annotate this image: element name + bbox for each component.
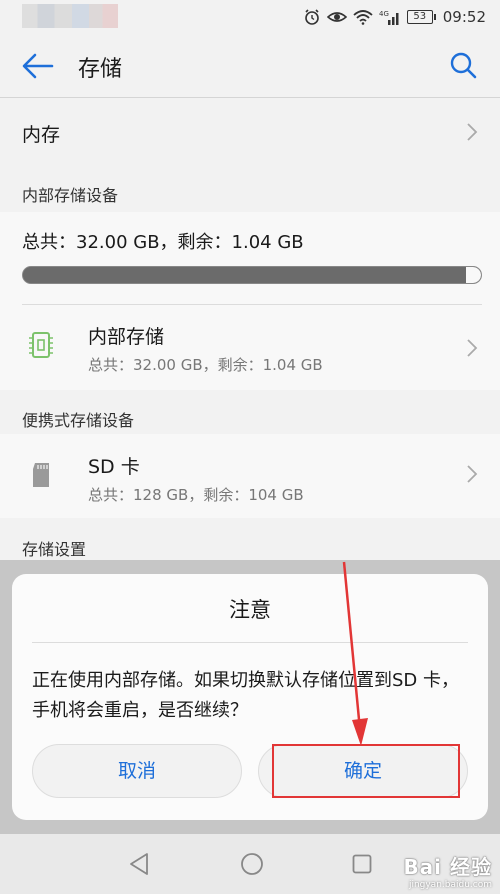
sd-card-subtitle: 总共：128 GB，剩余：104 GB xyxy=(88,486,304,504)
dialog-message: 正在使用内部存储。如果切换默认存储位置到SD 卡，手机将会重启，是否继续？ xyxy=(32,670,460,721)
internal-storage-subtitle: 总共：32.00 GB，剩余：1.04 GB xyxy=(88,356,323,374)
watermark-url: jingyan.baidu.com xyxy=(408,880,492,890)
internal-storage-summary: 总共：32.00 GB，剩余：1.04 GB xyxy=(22,232,304,253)
status-indicators: 4G 53 09:52 xyxy=(303,6,486,28)
memory-row[interactable]: 内存 xyxy=(0,100,500,164)
dialog-divider xyxy=(32,642,468,643)
chevron-right-icon xyxy=(467,123,478,141)
chevron-right-icon xyxy=(467,339,478,357)
internal-storage-section-header: 内部存储设备 xyxy=(22,186,119,205)
sd-card-title: SD 卡 xyxy=(88,456,140,478)
memory-label: 内存 xyxy=(22,124,61,146)
battery-indicator: 53 xyxy=(406,10,436,24)
storage-settings-section-header: 存储设置 xyxy=(22,540,87,559)
cancel-button[interactable]: 取消 xyxy=(32,744,242,798)
search-icon[interactable] xyxy=(448,50,478,80)
sd-card-icon xyxy=(33,463,49,487)
alarm-icon xyxy=(304,9,319,25)
portable-storage-section-header: 便携式存储设备 xyxy=(22,411,135,430)
baidu-jingyan-watermark: Bai 经验 jingyan.baidu.com xyxy=(403,851,492,890)
back-arrow-icon[interactable] xyxy=(20,52,56,80)
storage-usage-bar xyxy=(22,266,482,284)
wifi-icon xyxy=(353,10,373,25)
internal-storage-item[interactable]: 内部存储 总共：32.00 GB，剩余：1.04 GB xyxy=(0,306,500,390)
notification-icons-blurred xyxy=(22,4,118,28)
dialog-title: 注意 xyxy=(229,598,271,622)
internal-storage-title: 内部存储 xyxy=(88,326,165,348)
annotation-arrow-icon xyxy=(342,561,368,746)
cell-signal-icon: 4G xyxy=(379,10,399,25)
status-bar: 4G 53 09:52 xyxy=(0,0,500,34)
nav-recents-icon[interactable] xyxy=(352,854,372,874)
eye-comfort-icon xyxy=(326,12,347,22)
page-title: 存储 xyxy=(78,57,123,82)
sd-card-item[interactable]: SD 卡 总共：128 GB，剩余：104 GB xyxy=(0,434,500,518)
chip-icon xyxy=(29,332,53,358)
divider xyxy=(22,304,482,305)
nav-home-icon[interactable] xyxy=(240,852,264,876)
network-type-label: 4G xyxy=(379,10,389,18)
annotation-highlight-box xyxy=(272,744,460,798)
storage-usage-fill xyxy=(23,267,467,283)
nav-back-icon[interactable] xyxy=(128,852,150,876)
status-time: 09:52 xyxy=(442,8,486,26)
watermark-brand: Bai 经验 xyxy=(403,855,492,879)
app-bar: 存储 xyxy=(0,34,500,98)
storage-free-segment xyxy=(466,267,481,283)
chevron-right-icon xyxy=(467,465,478,483)
